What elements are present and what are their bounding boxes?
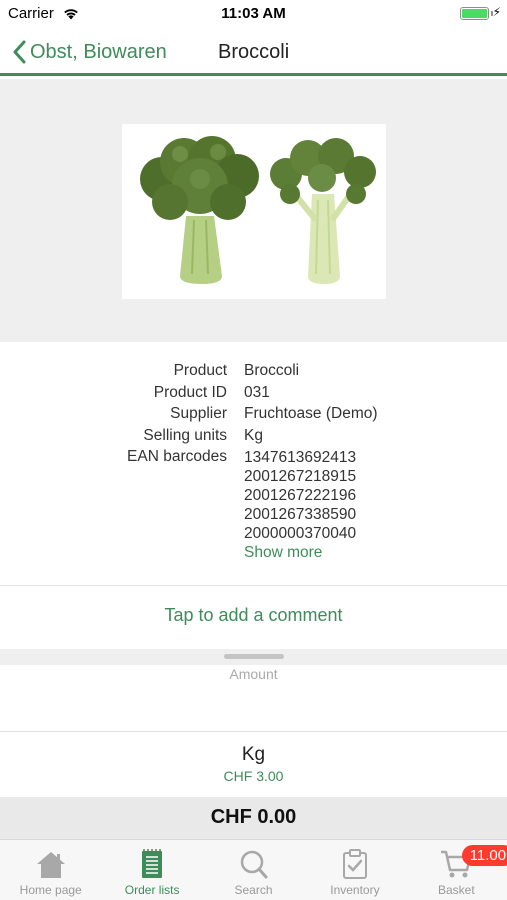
page-title: Broccoli <box>218 41 290 63</box>
sheet-handle-strip[interactable] <box>0 649 507 665</box>
divider <box>0 585 507 586</box>
detail-label: EAN barcodes <box>127 448 227 465</box>
tab-label: Order lists <box>124 883 180 897</box>
product-image-area <box>0 79 507 342</box>
amount-input[interactable] <box>0 684 507 730</box>
tab-search[interactable]: Search <box>203 840 304 900</box>
tab-label: Basket <box>437 883 475 897</box>
divider <box>0 731 507 732</box>
total-bar: CHF 0.00 <box>0 797 507 839</box>
chevron-left-icon <box>13 40 26 64</box>
status-time: 11:03 AM <box>221 5 286 22</box>
detail-label: Supplier <box>170 405 227 422</box>
selling-unit-label[interactable]: Kg <box>0 744 507 766</box>
detail-label: Selling units <box>143 426 227 444</box>
tab-label: Inventory <box>330 883 380 897</box>
detail-row-product-id: Product ID 031 <box>0 384 507 406</box>
charging-icon: ⚡ <box>492 5 501 19</box>
tab-label: Home page <box>19 883 82 897</box>
battery-icon <box>460 7 489 20</box>
detail-label: Product ID <box>153 383 227 401</box>
unit-price: CHF 3.00 <box>223 768 284 784</box>
home-icon <box>36 852 65 878</box>
search-icon <box>240 850 268 879</box>
tab-basket[interactable]: 11.00 Basket <box>406 840 507 900</box>
product-details: Product Broccoli Product ID 031 Supplier… <box>0 362 507 561</box>
show-more-link[interactable]: Show more <box>244 543 356 562</box>
product-image[interactable] <box>122 124 386 299</box>
detail-value: Kg <box>244 426 263 444</box>
ean-barcode: 2001267338590 <box>244 506 357 523</box>
tab-home[interactable]: Home page <box>0 840 101 900</box>
order-list-icon <box>142 849 163 878</box>
detail-value: 031 <box>244 383 270 401</box>
ean-barcode-list: 1347613692413 2001267218915 200126722219… <box>244 448 356 562</box>
amount-label: Amount <box>229 666 278 682</box>
detail-label: Product <box>173 362 227 379</box>
broccoli-illustration <box>140 136 376 284</box>
basket-badge: 11.00 <box>461 845 507 866</box>
detail-row-supplier: Supplier Fruchtoase (Demo) <box>0 405 507 427</box>
detail-row-product: Product Broccoli <box>0 362 507 384</box>
detail-value: Fruchtoase (Demo) <box>244 405 378 422</box>
ean-barcode: 2001267218915 <box>244 468 357 485</box>
tab-inventory[interactable]: Inventory <box>304 840 405 900</box>
tab-order-lists[interactable]: Order lists <box>101 840 202 900</box>
tab-label: Search <box>234 883 273 897</box>
order-total: CHF 0.00 <box>210 806 297 828</box>
ean-barcode: 1347613692413 <box>244 449 357 466</box>
status-bar: Carrier 11:03 AM ⚡ <box>0 0 507 28</box>
drag-handle[interactable] <box>224 654 284 659</box>
detail-row-selling-units: Selling units Kg <box>0 427 507 449</box>
tab-bar: Home page Order lists Search Inventory 1… <box>0 839 507 900</box>
back-button[interactable]: Obst, Biowaren <box>12 34 167 70</box>
inventory-icon <box>342 849 367 879</box>
back-label: Obst, Biowaren <box>30 40 167 63</box>
navigation-bar: Obst, Biowaren Broccoli <box>0 28 507 76</box>
detail-value: Broccoli <box>244 362 300 379</box>
add-comment-button[interactable]: Tap to add a comment <box>0 605 507 626</box>
ean-barcode: 2001267222196 <box>244 487 357 504</box>
ean-barcode: 2000000370040 <box>244 525 357 542</box>
